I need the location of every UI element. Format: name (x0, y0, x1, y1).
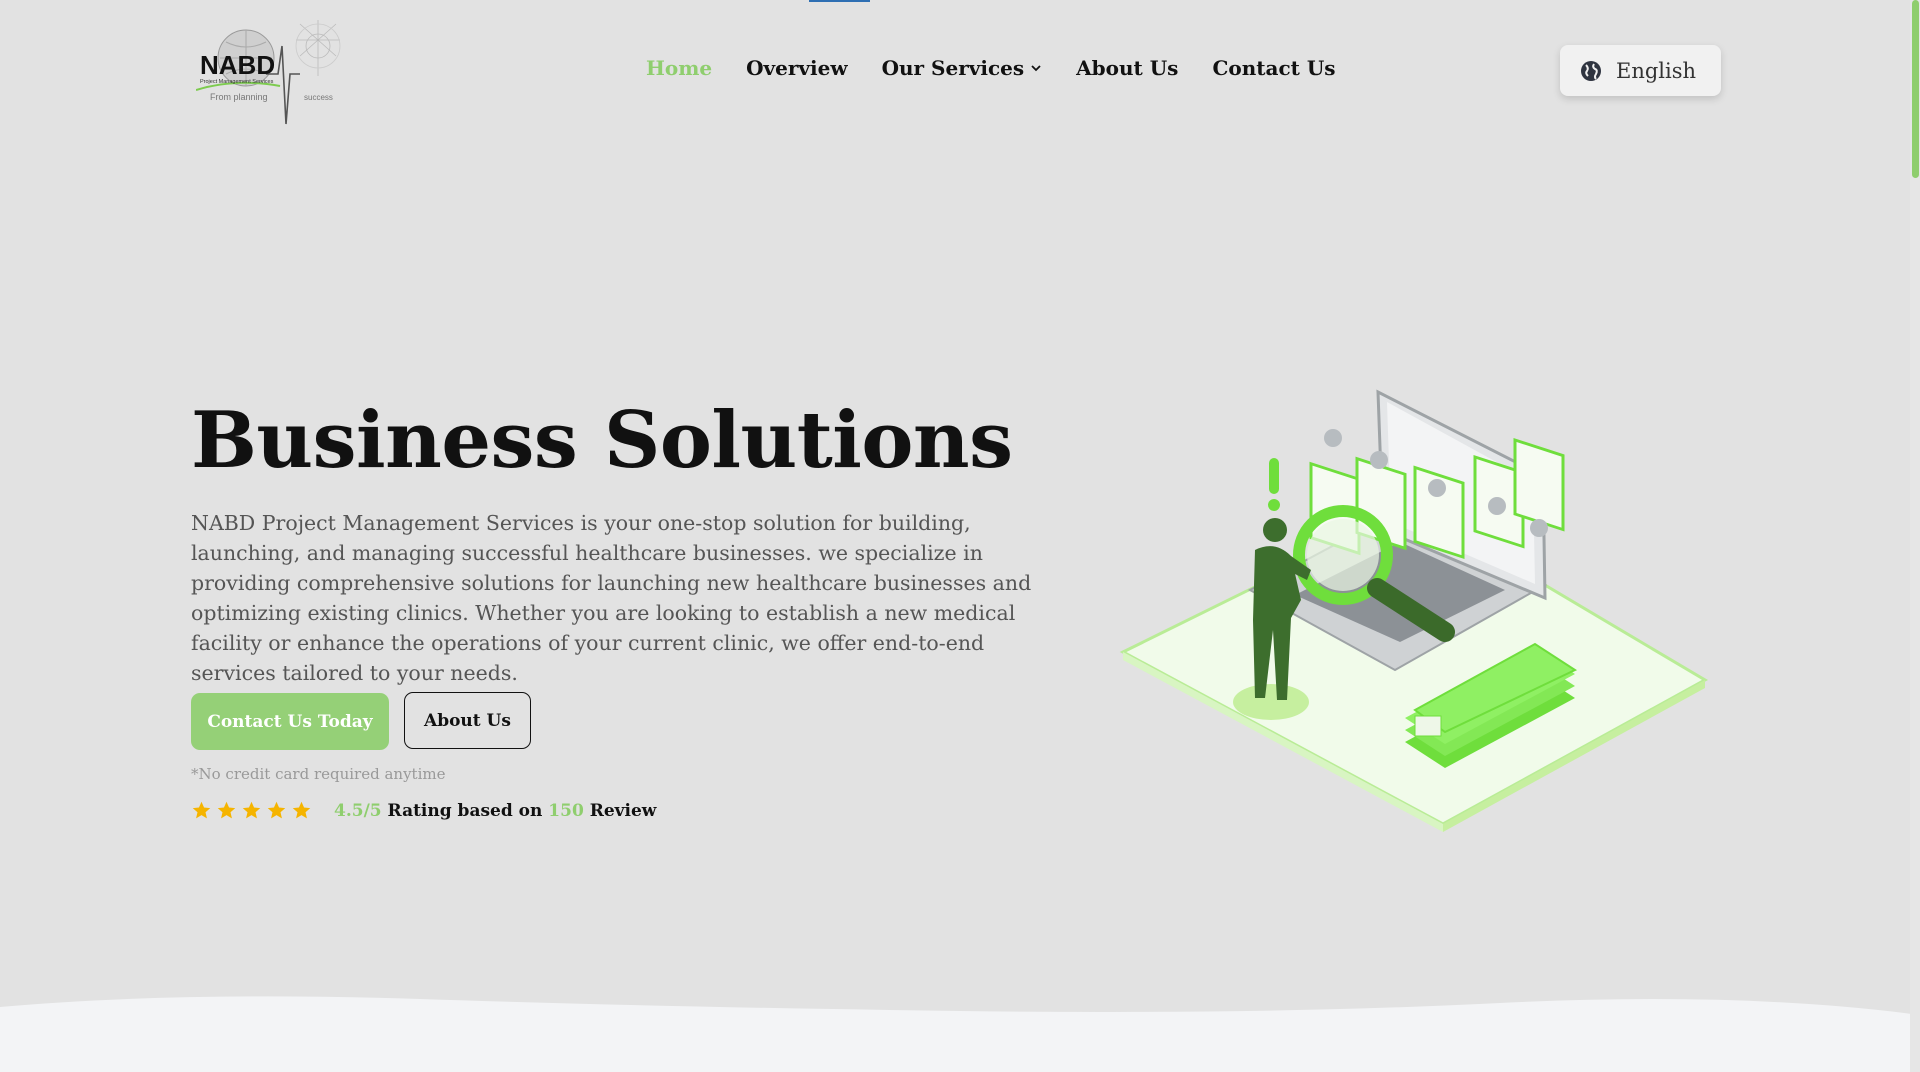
rating-score: 4.5/5 (334, 800, 382, 821)
star-icon (267, 801, 286, 819)
globe-icon (1581, 60, 1601, 81)
nav-about-us[interactable]: About Us (1076, 56, 1178, 80)
main-nav: Home Overview Our Services About Us Cont… (646, 56, 1336, 80)
nav-home[interactable]: Home (646, 56, 712, 80)
nav-contact-us[interactable]: Contact Us (1212, 56, 1335, 80)
rating-text-end: Review (589, 800, 657, 821)
star-icon (242, 801, 261, 819)
hero-illustration (1119, 389, 1709, 832)
logo-brand: NABD (200, 50, 275, 80)
language-selector[interactable]: English (1560, 45, 1721, 96)
rating-text: 4.5/5 Rating based on 150 Review (334, 801, 656, 821)
nav-contact-us-label: Contact Us (1212, 56, 1336, 80)
bottom-wave (0, 996, 1920, 1072)
page: NABD Project Management Services From pl… (0, 0, 1920, 1072)
no-credit-card-note: *No credit card required anytime (191, 765, 446, 783)
scrollbar-thumb[interactable] (1912, 0, 1919, 178)
rating-text-mid: Rating based on (387, 800, 543, 821)
hero-title: Business Solutions (191, 395, 1013, 486)
language-label: English (1616, 58, 1697, 83)
hero-description: NABD Project Management Services is your… (191, 511, 1032, 685)
star-icon (292, 801, 311, 819)
logo-tagline-left: From planning (210, 92, 268, 102)
about-us-button[interactable]: About Us (404, 692, 531, 749)
nav-overview[interactable]: Overview (746, 56, 847, 80)
nav-our-services-label: Our Services (881, 56, 1025, 80)
nav-overview-label: Overview (746, 56, 848, 80)
nav-about-us-label: About Us (1076, 56, 1179, 80)
nav-our-services[interactable]: Our Services (882, 56, 1043, 80)
top-accent-line (809, 0, 870, 2)
logo-graphic: NABD Project Management Services From pl… (195, 20, 341, 125)
nav-home-label: Home (646, 56, 713, 80)
star-icon (192, 801, 211, 819)
rating-count: 150 (548, 800, 584, 821)
rating: 4.5/5 Rating based on 150 Review (191, 800, 656, 821)
logo-subtitle: Project Management Services (200, 79, 274, 85)
rating-stars (191, 800, 312, 821)
star-icon (217, 801, 236, 819)
chevron-down-icon (1031, 65, 1041, 72)
logo[interactable]: NABD Project Management Services From pl… (195, 16, 356, 130)
logo-tagline-right: success (304, 93, 333, 102)
contact-us-today-button[interactable]: Contact Us Today (191, 693, 389, 750)
